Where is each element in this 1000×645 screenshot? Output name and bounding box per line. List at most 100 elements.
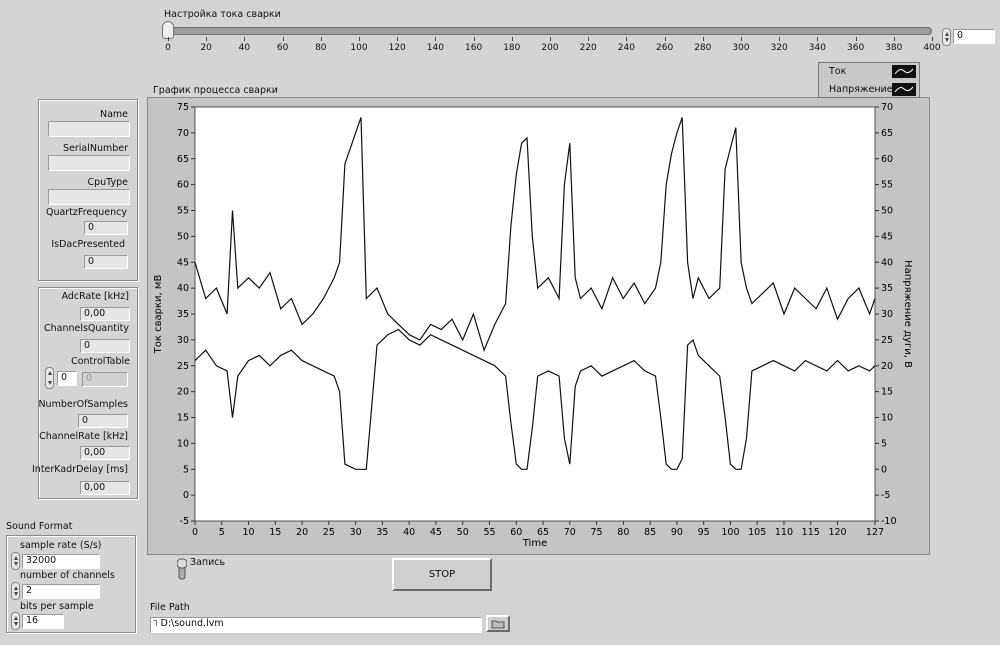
y-right-tick-label: 70	[881, 102, 893, 113]
slider-tick-mark	[320, 37, 322, 41]
y-right-tick-label: -5	[881, 490, 890, 501]
plot-area	[194, 106, 876, 522]
channels-spinner[interactable]	[11, 582, 20, 600]
slider-label: Настройка тока сварки	[164, 9, 281, 20]
slider-tick-mark	[244, 37, 246, 41]
browse-folder-button[interactable]	[486, 615, 510, 632]
x-tick-label: 15	[269, 527, 281, 538]
x-axis-label: Time	[522, 538, 547, 549]
x-tick-label: 115	[802, 527, 820, 538]
slider-tick-mark	[779, 37, 781, 41]
y-right-tick-label: 15	[881, 387, 893, 398]
slider-tick-label: 160	[465, 43, 483, 53]
legend: Ток Напряжение	[818, 62, 920, 98]
x-tick-label: 100	[721, 527, 739, 538]
y-left-tick-label: 60	[177, 180, 189, 191]
control-table-index-spinner[interactable]	[45, 367, 54, 389]
slider-tick-mark	[359, 37, 360, 41]
x-tick-label: 65	[537, 527, 549, 538]
x-tick-label: 30	[350, 527, 362, 538]
bits-label: bits per sample	[20, 601, 94, 612]
slider-tick-label: 220	[579, 43, 597, 53]
x-tick-label: 127	[866, 527, 884, 538]
record-toggle-switch[interactable]	[176, 557, 188, 581]
stop-button[interactable]: STOP	[392, 558, 492, 591]
slider-tick-mark	[511, 37, 513, 41]
serial-number-field	[48, 155, 130, 171]
y-left-tick-label: 40	[177, 283, 189, 294]
channels-label: number of channels	[20, 570, 115, 581]
slider-value-field[interactable]: 0	[953, 29, 995, 44]
x-tick-label: 95	[698, 527, 710, 538]
legend-label-current: Ток	[829, 66, 847, 77]
current-slider-track[interactable]	[168, 27, 932, 35]
x-tick-label: 70	[564, 527, 576, 538]
cpu-type-label: CpuType	[87, 177, 128, 188]
slider-tick-mark	[817, 37, 819, 41]
slider-tick-mark	[741, 37, 742, 41]
bits-spinner[interactable]	[11, 612, 20, 630]
slider-tick-mark	[550, 37, 551, 41]
x-tick-label: 35	[376, 527, 388, 538]
x-tick-label: 105	[748, 527, 766, 538]
y-right-tick-label: 0	[881, 464, 887, 475]
x-tick-label: 120	[828, 527, 846, 538]
slider-tick-label: 20	[200, 43, 212, 53]
cpu-type-field	[48, 189, 130, 205]
slider-tick-mark	[588, 37, 590, 41]
number-of-samples-label: NumberOfSamples	[38, 399, 128, 410]
sample-rate-field[interactable]: 32000	[22, 554, 100, 569]
y-right-tick-label: 50	[881, 206, 893, 217]
slider-tick-label: 360	[847, 43, 865, 53]
legend-swatch-voltage[interactable]	[892, 83, 916, 96]
slider-tick-label: 60	[276, 43, 289, 53]
sample-rate-spinner[interactable]	[11, 552, 20, 570]
slider-tick-label: 80	[315, 43, 327, 53]
sound-format-title: Sound Format	[6, 521, 73, 532]
y-left-tick-label: 55	[177, 206, 189, 217]
slider-tick-label: 100	[350, 43, 368, 53]
y-left-tick-label: 20	[177, 387, 189, 398]
record-label: Запись	[190, 557, 226, 568]
x-tick-label: 110	[775, 527, 793, 538]
quartz-frequency-field: 0	[84, 221, 128, 235]
bits-field[interactable]: 16	[22, 614, 64, 629]
x-tick-label: 60	[510, 527, 522, 538]
y-left-tick-label: 15	[177, 413, 189, 424]
y-left-tick-label: 65	[177, 154, 189, 165]
legend-swatch-current[interactable]	[892, 65, 916, 78]
file-path-field[interactable]: ⅂ D:\sound.lvm	[150, 617, 482, 633]
x-tick-label: 80	[617, 527, 629, 538]
slider-tick-label: 380	[885, 43, 903, 53]
slider-tick-label: 260	[656, 43, 674, 53]
quartz-frequency-label: QuartzFrequency	[45, 207, 127, 218]
y-left-tick-label: 25	[177, 361, 189, 372]
y-right-tick-label: 35	[881, 283, 893, 294]
folder-icon	[491, 620, 505, 628]
slider-value-spinner[interactable]	[942, 28, 951, 46]
channels-field[interactable]: 2	[22, 584, 100, 599]
slider-tick-label: 140	[426, 43, 444, 53]
dac-presented-field: 0	[84, 255, 128, 269]
y-right-tick-label: 60	[881, 154, 893, 165]
slider-tick-mark	[282, 37, 284, 41]
slider-tick-label: 280	[694, 43, 712, 53]
channel-rate-label: ChannelRate [kHz]	[39, 431, 128, 442]
control-table-index-field[interactable]: 0	[57, 371, 77, 386]
y-right-tick-label: 55	[881, 180, 893, 191]
slider-tick-mark	[932, 37, 933, 41]
slider-tick-mark	[473, 37, 475, 41]
dac-presented-label: IsDacPresented	[51, 239, 125, 250]
x-tick-label: 20	[296, 527, 308, 538]
slider-tick-mark	[626, 37, 628, 41]
slider-tick-label: 300	[732, 43, 750, 53]
file-path-label: File Path	[150, 602, 190, 613]
y-right-tick-label: -10	[881, 516, 897, 527]
interkadr-delay-field: 0,00	[80, 481, 130, 495]
name-label: Name	[99, 109, 128, 120]
slider-tick-mark	[397, 37, 399, 41]
channel-rate-field: 0,00	[80, 446, 130, 460]
x-tick-label: 45	[430, 527, 442, 538]
y-left-tick-label: 30	[177, 335, 189, 346]
y-right-tick-label: 40	[881, 257, 893, 268]
